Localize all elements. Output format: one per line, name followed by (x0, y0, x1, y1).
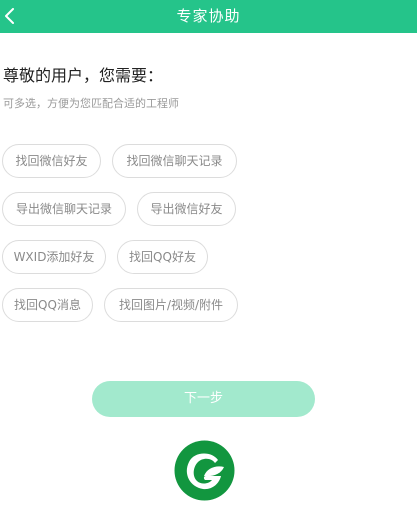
option-chip-recover-media-files[interactable]: 找回图片/视频/附件 (104, 288, 238, 322)
option-chip-recover-qq-friends[interactable]: 找回QQ好友 (117, 240, 208, 274)
selection-hint: 可多选，方便为您匹配合适的工程师 (3, 97, 179, 110)
top-bar: 专家协助 (0, 0, 417, 33)
greeting-heading: 尊敬的用户，您需要： (3, 66, 164, 85)
option-chip-export-wechat-chats[interactable]: 导出微信聊天记录 (2, 192, 126, 226)
next-step-button[interactable]: 下一步 (92, 381, 315, 417)
app-logo (174, 440, 235, 501)
option-chip-recover-qq-messages[interactable]: 找回QQ消息 (2, 288, 93, 322)
option-chip-recover-wechat-friends[interactable]: 找回微信好友 (2, 144, 101, 178)
option-chip-export-wechat-friends[interactable]: 导出微信好友 (137, 192, 236, 226)
option-chip-recover-wechat-chats[interactable]: 找回微信聊天记录 (112, 144, 237, 178)
page-title: 专家协助 (176, 7, 241, 25)
leaf-logo-icon (174, 440, 235, 501)
option-chip-wxid-add-friend[interactable]: WXID添加好友 (2, 240, 106, 274)
